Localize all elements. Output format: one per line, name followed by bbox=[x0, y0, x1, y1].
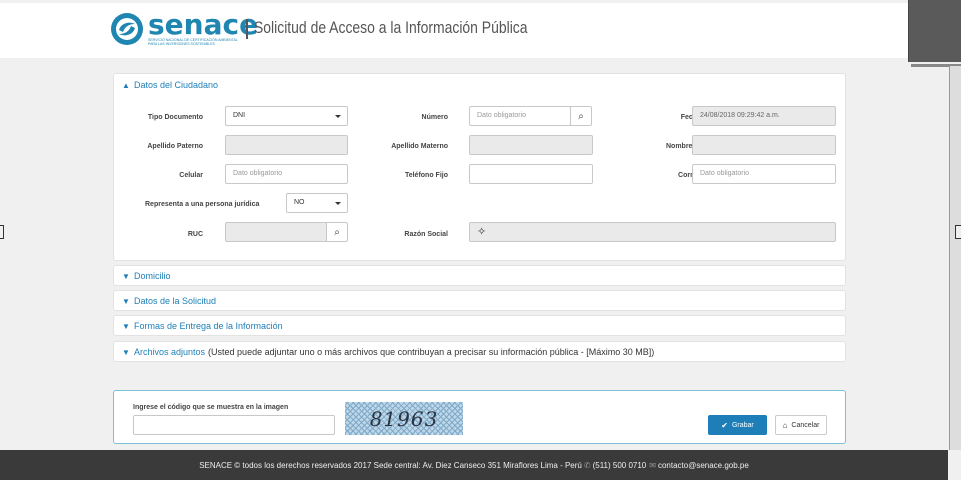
phone-icon: ✆ bbox=[583, 460, 591, 470]
move-cursor-icon: ✧ bbox=[477, 226, 487, 238]
fecha-value: 24/08/2018 09:29:42 a.m. bbox=[700, 112, 780, 119]
captcha-panel: Ingrese el código que se muestra en la i… bbox=[113, 390, 846, 444]
domicilio-panel[interactable]: ▼ Domicilio bbox=[113, 265, 846, 286]
domicilio-toggle[interactable]: ▼ Domicilio bbox=[122, 271, 171, 281]
ruc-search-button[interactable]: ⌕ bbox=[326, 222, 348, 242]
ruc-field bbox=[225, 222, 327, 242]
apellido-paterno-label: Apellido Paterno bbox=[147, 143, 203, 150]
solicitud-toggle[interactable]: ▼ Datos de la Solicitud bbox=[122, 296, 216, 306]
ciudadano-toggle[interactable]: ▲ Datos del Ciudadano bbox=[122, 80, 218, 90]
nombres-field bbox=[692, 135, 836, 155]
search-icon: ⌕ bbox=[334, 226, 340, 238]
envelope-icon: ✉ bbox=[649, 460, 656, 470]
left-edge-handle bbox=[0, 225, 4, 239]
footer-email[interactable]: contacto@senace.gob.pe bbox=[658, 461, 749, 470]
fecha-field: 24/08/2018 09:29:42 a.m. bbox=[692, 106, 836, 126]
razon-social-field: ✧ bbox=[469, 222, 836, 242]
entrega-toggle[interactable]: ▼ Formas de Entrega de la Información bbox=[122, 321, 283, 331]
chevron-up-icon: ▲ bbox=[122, 80, 130, 90]
telefono-label: Teléfono Fijo bbox=[404, 172, 448, 179]
celular-placeholder: Dato obligatorio bbox=[233, 170, 283, 177]
correo-placeholder: Dato obligatorio bbox=[700, 170, 750, 177]
tipo-documento-value: DNI bbox=[233, 112, 246, 119]
grabar-label: Grabar bbox=[731, 421, 754, 429]
captcha-image: 81963 bbox=[345, 402, 463, 435]
persona-juridica-value: NO bbox=[294, 199, 305, 206]
captcha-code: 81963 bbox=[369, 406, 439, 431]
tipo-documento-label: Tipo Documento bbox=[147, 114, 203, 121]
apellido-materno-field bbox=[469, 135, 593, 155]
numero-input[interactable]: Dato obligatorio bbox=[469, 106, 571, 126]
captcha-input[interactable] bbox=[133, 415, 335, 435]
chevron-down-icon: ▼ bbox=[122, 321, 130, 331]
adjuntos-toggle[interactable]: ▼ Archivos adjuntos (Usted puede adjunta… bbox=[122, 347, 654, 357]
tipo-documento-select[interactable]: DNI bbox=[225, 106, 348, 126]
right-edge-handle[interactable] bbox=[955, 225, 961, 239]
ciudadano-panel: ▲ Datos del Ciudadano Tipo Documento DNI… bbox=[113, 73, 846, 261]
caret-down-icon bbox=[335, 202, 341, 205]
persona-juridica-label: Representa a una persona jurídica bbox=[145, 201, 260, 208]
domicilio-title: Domicilio bbox=[134, 271, 171, 281]
chevron-down-icon: ▼ bbox=[122, 296, 130, 306]
numero-label: Número bbox=[421, 114, 448, 121]
adjuntos-panel[interactable]: ▼ Archivos adjuntos (Usted puede adjunta… bbox=[113, 341, 846, 362]
logo-subtitle: SERVICIO NACIONAL DE CERTIFICACIÓN AMBIE… bbox=[148, 38, 238, 46]
search-icon: ⌕ bbox=[578, 110, 584, 122]
celular-label: Celular bbox=[179, 172, 203, 179]
senace-logo[interactable]: senace SERVICIO NACIONAL DE CERTIFICACIÓ… bbox=[110, 8, 259, 46]
numero-placeholder: Dato obligatorio bbox=[477, 112, 527, 119]
entrega-panel[interactable]: ▼ Formas de Entrega de la Información bbox=[113, 315, 846, 336]
cancelar-button[interactable]: ⌂ Cancelar bbox=[775, 415, 827, 435]
grabar-button[interactable]: ✔ Grabar bbox=[708, 415, 767, 435]
apellido-paterno-field bbox=[225, 135, 348, 155]
razon-social-label: Razón Social bbox=[404, 231, 448, 238]
persona-juridica-select[interactable]: NO bbox=[286, 193, 348, 213]
apellido-materno-label: Apellido Materno bbox=[391, 143, 448, 150]
page-header: senace SERVICIO NACIONAL DE CERTIFICACIÓ… bbox=[0, 0, 908, 58]
home-icon: ⌂ bbox=[782, 420, 788, 430]
cancelar-label: Cancelar bbox=[791, 421, 820, 429]
logo-wordmark: senace bbox=[148, 8, 259, 41]
captcha-label: Ingrese el código que se muestra en la i… bbox=[133, 404, 289, 411]
footer-text: SENACE © todos los derechos reservados 2… bbox=[199, 460, 582, 470]
footer-phone: (511) 500 0710 bbox=[592, 460, 647, 470]
correo-input[interactable]: Dato obligatorio bbox=[692, 164, 836, 184]
title-separator bbox=[246, 19, 248, 39]
side-panel bbox=[908, 0, 961, 62]
ruc-label: RUC bbox=[187, 231, 203, 238]
entrega-title: Formas de Entrega de la Información bbox=[134, 321, 283, 331]
adjuntos-note: (Usted puede adjuntar uno o más archivos… bbox=[208, 347, 655, 357]
chevron-down-icon: ▼ bbox=[122, 347, 130, 357]
page-title: Solicitud de Acceso a la Información Púb… bbox=[254, 18, 528, 37]
solicitud-panel[interactable]: ▼ Datos de la Solicitud bbox=[113, 290, 846, 311]
telefono-input[interactable] bbox=[469, 164, 593, 184]
senace-logo-icon bbox=[111, 13, 143, 45]
scrollbar[interactable] bbox=[949, 66, 961, 450]
check-icon: ✔ bbox=[721, 420, 728, 430]
ciudadano-title: Datos del Ciudadano bbox=[134, 80, 219, 90]
numero-search-button[interactable]: ⌕ bbox=[570, 106, 592, 126]
page-footer: SENACE © todos los derechos reservados 2… bbox=[0, 450, 948, 480]
adjuntos-title: Archivos adjuntos bbox=[134, 347, 206, 357]
caret-down-icon bbox=[335, 115, 341, 118]
chevron-down-icon: ▼ bbox=[122, 271, 130, 281]
celular-input[interactable]: Dato obligatorio bbox=[225, 164, 348, 184]
solicitud-title: Datos de la Solicitud bbox=[134, 296, 217, 306]
